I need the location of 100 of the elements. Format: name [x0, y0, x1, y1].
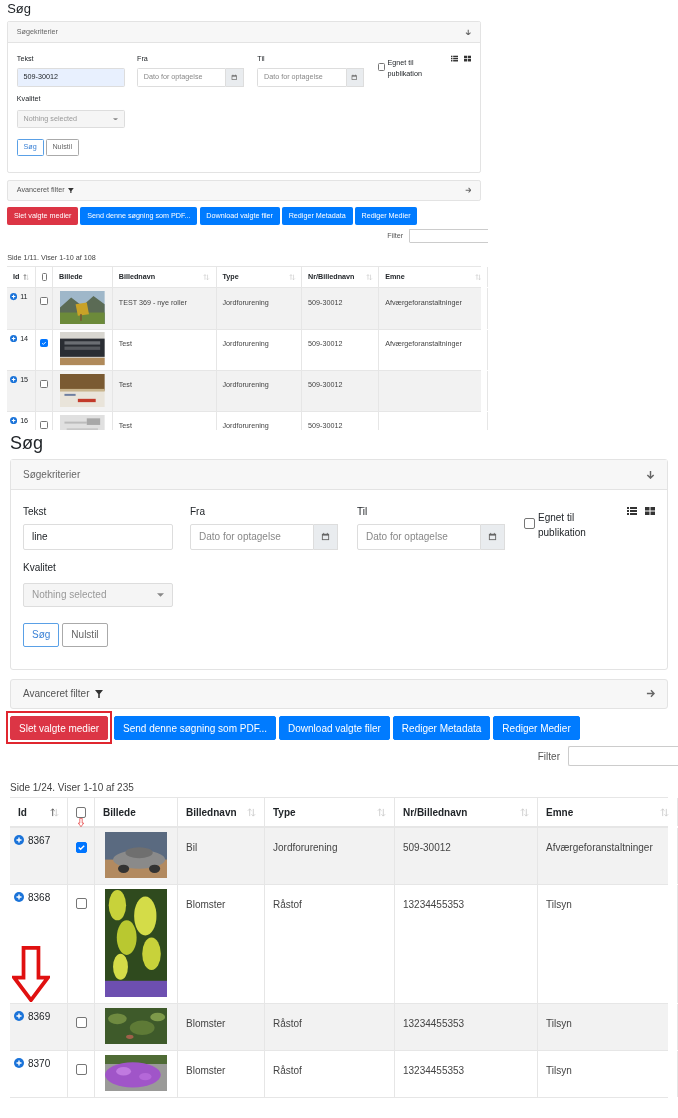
column-header[interactable]: Id: [10, 798, 68, 827]
column-header[interactable]: Nr/Billednavn: [395, 798, 538, 827]
table-cell: Test: [118, 380, 132, 390]
advanced-filter-bar[interactable]: Avanceret filter: [10, 678, 668, 709]
expand-icon[interactable]: [14, 1058, 24, 1069]
table-cell: 15: [20, 375, 29, 385]
search-form-button[interactable]: Nulstil: [45, 139, 79, 157]
search-form-button[interactable]: Søg: [16, 139, 44, 157]
action-button[interactable]: Send denne søgning som PDF...: [114, 716, 277, 741]
arrow-right-icon[interactable]: [646, 689, 655, 699]
action-button[interactable]: Download valgte filer: [199, 207, 280, 225]
expand-icon[interactable]: [10, 293, 18, 301]
field-label: Tekst: [16, 53, 35, 65]
table-cell: 13234455353: [403, 899, 465, 911]
checkbox[interactable]: [75, 1064, 87, 1076]
checkbox[interactable]: [40, 380, 49, 388]
search-form-button[interactable]: Søg: [23, 622, 60, 647]
action-button[interactable]: Rediger Medier: [493, 716, 580, 741]
advanced-filter-label: Avanceret filter: [16, 185, 65, 196]
arrow-down-icon[interactable]: [646, 469, 655, 479]
annotation-arrow-icon: [75, 818, 87, 828]
table-cell: 13234455353: [403, 1065, 465, 1077]
calendar-button[interactable]: [481, 523, 505, 550]
field-label: Til: [357, 504, 369, 519]
table-cell: TEST 369 - nye roller: [118, 297, 187, 307]
table-cell: Jordforurening: [222, 380, 269, 390]
expand-icon[interactable]: [14, 892, 24, 903]
action-button[interactable]: Slet valgte medier: [7, 207, 79, 225]
column-header[interactable]: Nr/Billednavn: [302, 266, 380, 288]
action-button[interactable]: Rediger Metadata: [392, 716, 491, 741]
action-button[interactable]: Send denne søgning som PDF...: [80, 207, 198, 225]
checkbox[interactable]: [40, 339, 49, 348]
grid-view-icon[interactable]: [464, 55, 472, 63]
list-view-icon[interactable]: [627, 505, 637, 516]
calendar-icon: [351, 74, 358, 81]
grid-view-icon[interactable]: [645, 505, 655, 516]
page-title: Søg: [7, 1, 32, 18]
table-cell: 509-30012: [308, 380, 343, 390]
annotation-arrow-icon: [12, 946, 50, 1003]
checkbox[interactable]: [40, 297, 49, 306]
page-info: Side 1/11. Viser 1-10 af 108: [7, 253, 97, 265]
table-cell: Råstof: [273, 1018, 302, 1030]
expand-icon[interactable]: [14, 1011, 24, 1022]
table-cell: 13234455353: [403, 1018, 465, 1030]
sort-icon[interactable]: [50, 807, 59, 817]
checkbox[interactable]: [524, 517, 535, 529]
checkbox[interactable]: [377, 63, 386, 72]
text-field[interactable]: 509-30012: [16, 67, 125, 87]
table-cell: 509-30012: [308, 338, 343, 348]
checkbox-label: Egnet til publikation: [538, 510, 587, 540]
checkbox[interactable]: [41, 273, 47, 281]
table-cell: Afværgeforanstaltninger: [546, 842, 653, 854]
action-button[interactable]: Rediger Medier: [354, 207, 418, 225]
table-cell: Test: [118, 421, 132, 430]
page-title: Søg: [10, 431, 44, 454]
checkbox[interactable]: [40, 421, 49, 430]
advanced-filter-bar[interactable]: Avanceret filter: [7, 179, 481, 202]
expand-icon[interactable]: [10, 334, 18, 342]
column-header[interactable]: Type: [265, 798, 395, 827]
field-label: Fra: [137, 53, 149, 65]
expand-icon[interactable]: [10, 375, 18, 384]
date-field[interactable]: Dato for optagelse: [190, 523, 314, 550]
date-field[interactable]: Dato for optagelse: [137, 67, 227, 87]
table-cell: Afværgeforanstaltninger: [385, 297, 462, 307]
filter-field[interactable]: [408, 229, 489, 244]
action-button[interactable]: Download valgte filer: [279, 716, 390, 741]
action-button[interactable]: Rediger Metadata: [281, 207, 353, 225]
date-field[interactable]: Dato for optagelse: [357, 523, 481, 550]
column-header[interactable]: Emne: [379, 266, 489, 288]
date-field[interactable]: Dato for optagelse: [257, 67, 347, 87]
column-header[interactable]: Id: [7, 266, 36, 288]
column-header[interactable]: Type: [216, 266, 303, 288]
column-header[interactable]: Billednavn: [178, 798, 265, 827]
list-view-icon[interactable]: [451, 55, 459, 63]
table-cell: 14: [20, 334, 29, 344]
page-info: Side 1/24. Viser 1-10 af 235: [10, 781, 135, 796]
field-label: Tekst: [23, 504, 48, 519]
checkbox[interactable]: [76, 806, 86, 818]
text-field[interactable]: line: [23, 523, 173, 550]
calendar-button[interactable]: [226, 67, 244, 87]
advanced-filter-label: Avanceret filter: [23, 687, 90, 702]
column-header[interactable]: Billede: [95, 798, 178, 827]
table-cell: Bil: [186, 842, 198, 854]
card-title: Søgekriterier: [16, 26, 58, 38]
column-header[interactable]: Emne: [538, 798, 678, 827]
field-label: Fra: [190, 504, 206, 519]
action-button[interactable]: Slet valgte medier: [10, 716, 109, 741]
expand-icon[interactable]: [14, 835, 24, 846]
filter-field[interactable]: [568, 746, 678, 767]
field-label: Til: [257, 53, 266, 65]
column-header[interactable]: Billede: [53, 266, 113, 288]
calendar-button[interactable]: [314, 523, 338, 550]
checkbox[interactable]: [75, 1017, 87, 1029]
checkbox[interactable]: [75, 898, 87, 910]
column-header[interactable]: Billednavn: [113, 266, 217, 288]
table-cell: Jordforurening: [222, 338, 269, 348]
expand-icon[interactable]: [10, 417, 18, 425]
search-form-button[interactable]: Nulstil: [62, 622, 108, 647]
filter-label: Filter: [387, 230, 404, 242]
checkbox[interactable]: [75, 842, 87, 854]
